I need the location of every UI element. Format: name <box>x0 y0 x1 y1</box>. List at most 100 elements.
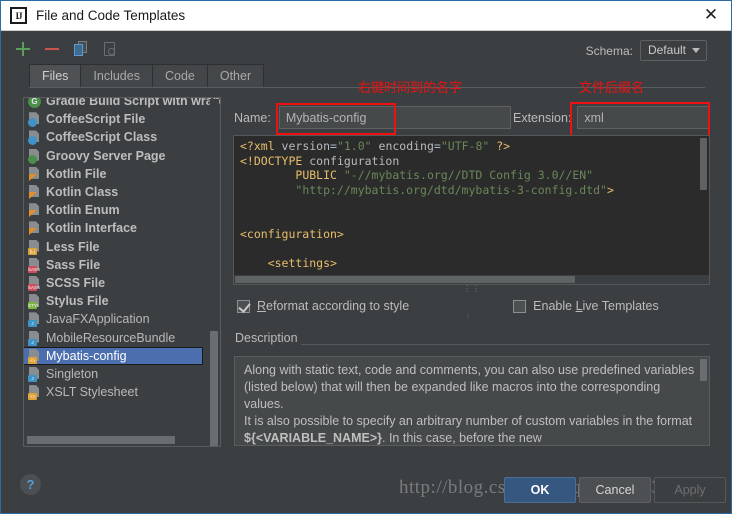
tab-files[interactable]: Files <box>29 64 82 88</box>
file-and-code-templates-dialog: IJ File and Code Templates ✕ Schema: Def… <box>0 0 732 514</box>
code-line: <settings> <box>267 255 337 270</box>
reformat-checkbox-label[interactable]: Reformat according to style <box>257 299 409 313</box>
list-horizontal-scroll-thumb[interactable] <box>27 436 175 444</box>
groovy-icon <box>28 148 41 164</box>
annotation-name-text: 右键时间到的名字 <box>358 80 463 95</box>
list-item-label: Less File <box>46 239 100 254</box>
code-line: <?xml version="1.0" encoding="UTF-8" ?> <box>240 139 511 153</box>
description-paragraph: It is also possible to specify an arbitr… <box>244 414 693 445</box>
stylus-icon: STYL <box>28 294 41 310</box>
reset-icon-arrow <box>108 48 115 55</box>
list-item[interactable]: <> Mybatis-config <box>24 346 203 365</box>
list-item-label: SCSS File <box>46 275 106 290</box>
name-field-row: Name: Mybatis-config <box>234 106 511 129</box>
template-list-panel[interactable]: G Gradle Build Script with wrap CoffeeScri… <box>23 97 221 447</box>
list-item-label: Groovy Server Page <box>46 148 166 163</box>
variable-token: ${<VARIABLE_NAME>} <box>244 431 383 445</box>
ok-button[interactable]: OK <box>504 477 576 503</box>
remove-template-button[interactable] <box>43 40 61 58</box>
description-legend: Description <box>235 331 304 345</box>
annotation-extension-text: 文件后缀名 <box>579 80 645 95</box>
tab-includes[interactable]: Includes <box>80 64 153 88</box>
close-icon[interactable]: ✕ <box>691 1 731 29</box>
options-row: Reformat according to style Enable Live … <box>237 299 659 313</box>
list-item[interactable]: CoffeeScript Class <box>24 128 220 146</box>
java-icon: J <box>28 330 41 346</box>
list-item-label: Mybatis-config <box>46 348 127 363</box>
list-item-label: Kotlin Class <box>46 185 119 200</box>
list-item[interactable]: Kotlin Enum <box>24 201 220 219</box>
intellij-idea-logo-icon: IJ <box>10 7 27 24</box>
schema-label: Schema: <box>585 43 633 58</box>
list-item[interactable]: J MobileResourceBundle <box>24 328 220 346</box>
kotlin-icon <box>28 221 41 236</box>
list-item[interactable]: SASS SCSS File <box>24 274 220 292</box>
list-item[interactable]: G Gradle Build Script with wrap <box>24 98 220 110</box>
list-item-label: Kotlin Enum <box>46 203 120 218</box>
reset-to-default-button[interactable] <box>101 40 119 58</box>
tab-other[interactable]: Other <box>206 64 265 88</box>
name-input[interactable]: Mybatis-config <box>278 106 511 129</box>
list-item[interactable]: SASS Sass File <box>24 256 220 274</box>
live-templates-checkbox-label[interactable]: Enable Live Templates <box>533 299 659 313</box>
cancel-button[interactable]: Cancel <box>579 477 651 503</box>
list-item-label: MobileResourceBundle <box>46 330 176 345</box>
list-item[interactable]: Kotlin File <box>24 165 220 183</box>
copy-icon-front <box>74 44 83 56</box>
list-vertical-scrollbar[interactable] <box>210 99 219 446</box>
kotlin-icon <box>28 166 41 181</box>
tab-code[interactable]: Code <box>151 64 208 88</box>
title-bar: IJ File and Code Templates ✕ <box>1 1 731 31</box>
editor-resize-grip-icon[interactable]: ⋮⋮ <box>463 284 480 293</box>
extension-input[interactable]: xml <box>577 106 710 129</box>
list-item-label: CoffeeScript File <box>46 112 146 127</box>
category-tabs: Files Includes Code Other <box>29 64 265 88</box>
live-templates-checkbox[interactable] <box>513 299 527 313</box>
list-horizontal-scrollbar[interactable] <box>25 436 210 445</box>
options-grip-icon: ⁝ <box>467 313 471 320</box>
list-item[interactable]: Kotlin Interface <box>24 219 220 237</box>
template-code-editor[interactable]: <?xml version="1.0" encoding="UTF-8" ?> <… <box>233 135 710 285</box>
editor-horizontal-scrollbar[interactable] <box>234 275 709 284</box>
description-paragraph: Along with static text, code and comment… <box>244 363 695 411</box>
list-item-label: JavaFXApplication <box>46 312 150 327</box>
description-text: Along with static text, code and comment… <box>235 357 709 445</box>
code-line: <!DOCTYPE configuration <box>240 153 400 168</box>
chevron-down-icon <box>692 47 700 53</box>
list-item[interactable]: J Singleton <box>24 365 220 383</box>
gradle-icon: G <box>28 98 41 108</box>
help-button[interactable]: ? <box>20 474 41 495</box>
list-item[interactable]: {L} Less File <box>24 238 220 256</box>
template-code-text[interactable]: <?xml version="1.0" encoding="UTF-8" ?> <… <box>234 136 709 273</box>
reformat-checkbox[interactable] <box>237 299 250 313</box>
extension-field-row: Extension: xml <box>513 106 710 129</box>
add-template-button[interactable] <box>14 40 32 58</box>
code-line: <configuration> <box>240 226 344 241</box>
kotlin-icon <box>28 203 41 218</box>
description-vertical-scroll-thumb[interactable] <box>700 359 707 381</box>
code-line: "http://mybatis.org/dtd/mybatis-3-config… <box>295 182 614 197</box>
description-box[interactable]: Along with static text, code and comment… <box>234 356 710 446</box>
list-item[interactable]: Groovy Server Page <box>24 147 220 165</box>
less-icon: {L} <box>28 239 41 255</box>
list-item[interactable]: Kotlin Class <box>24 183 220 201</box>
list-item[interactable]: J JavaFXApplication <box>24 310 220 328</box>
list-vertical-scroll-thumb[interactable] <box>210 331 218 446</box>
list-item[interactable]: CoffeeScript File <box>24 110 220 128</box>
templates-toolbar <box>14 37 119 61</box>
copy-template-button[interactable] <box>72 40 90 58</box>
list-item[interactable]: <> XSLT Stylesheet <box>24 383 220 401</box>
reformat-label-text: eformat according to style <box>266 299 410 313</box>
schema-dropdown[interactable]: Default <box>639 40 707 61</box>
xml-icon: <> <box>28 385 41 401</box>
list-item[interactable]: STYL Stylus File <box>24 292 220 310</box>
window-title: File and Code Templates <box>36 8 186 23</box>
apply-button[interactable]: Apply <box>654 477 726 503</box>
editor-vertical-scroll-thumb[interactable] <box>700 138 707 190</box>
editor-horizontal-scroll-thumb[interactable] <box>235 276 575 283</box>
list-item-label: Singleton <box>46 366 99 381</box>
name-label: Name: <box>234 110 271 125</box>
